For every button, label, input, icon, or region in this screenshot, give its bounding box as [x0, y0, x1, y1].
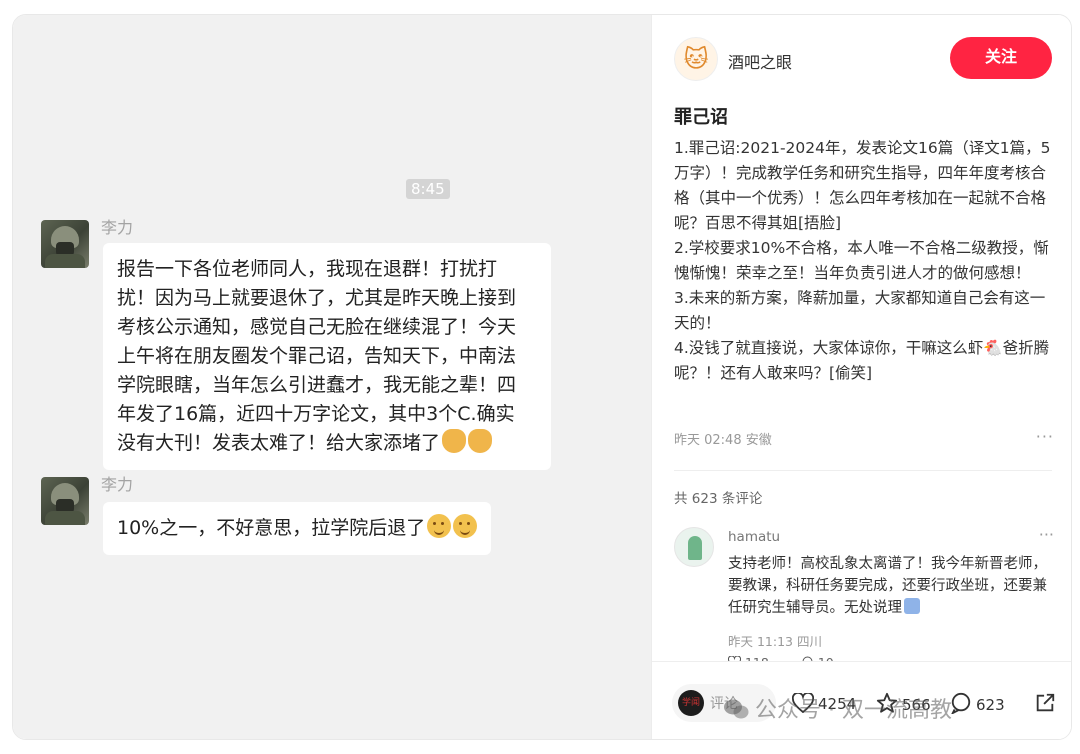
sender-name: 李力 [101, 475, 134, 494]
message-line: 上午将在朋友圈发个罪己诏，告知天下，中南法 [117, 345, 517, 367]
sender-avatar [41, 477, 89, 525]
post-paragraph: 1.罪己诏:2021-2024年，发表论文16篇（译文1篇，5万字）！完成教学任… [674, 139, 1051, 232]
post-paragraph: 2.学校要求10%不合格，本人唯一不合格二级教授，惭愧惭愧！荣幸之至！当年负责引… [674, 239, 1049, 282]
chat-timestamp: 8:45 [406, 179, 450, 199]
post-title: 罪己诏 [674, 107, 728, 128]
post-paragraph: 3.未来的新方案，降薪加量，大家都知道自己会有这一天的！ [674, 289, 1046, 332]
author-row: 🐱 酒吧之眼 关注 [674, 37, 1054, 81]
more-options-icon[interactable]: ··· [1036, 427, 1054, 446]
message-line: 扰！因为马上就要退休了，尤其是昨天晚上接到 [117, 287, 517, 309]
follow-button[interactable]: 关注 [950, 37, 1052, 79]
clap-emoji-icon [468, 429, 493, 453]
message-line: 学院眼瞎，当年怎么引进蠢才，我无能之辈！四 [117, 374, 517, 396]
grin-emoji-icon [427, 514, 452, 538]
screenshot-card: 8:45 李力 报告一下各位老师同人，我现在退群！打扰打 扰！因为马上就要退休了… [12, 14, 1072, 740]
message-bubble: 10%之一，不好意思，拉学院后退了 [103, 502, 492, 555]
sticker-icon [904, 598, 920, 614]
grin-emoji-icon [453, 514, 478, 538]
chat-screenshot: 8:45 李力 报告一下各位老师同人，我现在退群！打扰打 扰！因为马上就要退休了… [13, 15, 651, 739]
message-line: 年发了16篇，近四十万字论文，其中3个C.确实 [117, 403, 515, 425]
sender-name: 李力 [101, 218, 134, 237]
post-time-location: 昨天 02:48 安徽 [674, 433, 772, 448]
comment-text: 支持老师！高校乱象太离谱了！我今年新晋老师，要教课，科研任务要完成，还要行政坐班… [728, 556, 1047, 616]
sender-avatar [41, 220, 89, 268]
wechat-icon [724, 699, 749, 719]
watermark: 公众号 · 双一流高教 [723, 692, 952, 724]
comment-meta: 昨天 11:13 四川 [728, 634, 822, 649]
message-line: 没有大刊！发表太难了！给大家添堵了 [117, 429, 537, 458]
comment-count: 共 623 条评论 [674, 491, 763, 507]
comment-more-icon[interactable]: ··· [1039, 525, 1054, 544]
post-meta: 昨天 02:48 安徽 ··· [674, 427, 1054, 448]
divider [674, 470, 1052, 471]
post-panel: 🐱 酒吧之眼 关注 罪己诏 1.罪己诏:2021-2024年，发表论文16篇（译… [651, 15, 1071, 739]
post-body: 1.罪己诏:2021-2024年，发表论文16篇（译文1篇，5万字）！完成教学任… [674, 136, 1058, 386]
author-avatar[interactable]: 🐱 [674, 37, 718, 81]
commenter-name[interactable]: hamatu [728, 529, 780, 545]
message-bubble: 报告一下各位老师同人，我现在退群！打扰打 扰！因为马上就要退休了，尤其是昨天晚上… [103, 243, 551, 470]
message-line: 报告一下各位老师同人，我现在退群！打扰打 [117, 258, 498, 280]
comment-bubble-icon [950, 692, 971, 716]
message-line: 考核公示通知，感觉自己无脸在继续混了！今天 [117, 316, 517, 338]
post-paragraph: 4.没钱了就直接说，大家体谅你，干嘛这么虾🐔爸折腾呢？！还有人敢来吗？[偷笑] [674, 339, 1050, 382]
commenter-avatar[interactable] [674, 527, 714, 567]
clap-emoji-icon [442, 429, 467, 453]
share-icon [1036, 693, 1055, 712]
user-avatar: 学闻 [678, 690, 704, 716]
share-button[interactable] [1034, 692, 1060, 716]
author-name[interactable]: 酒吧之眼 [728, 49, 792, 73]
comments-button[interactable]: 623 [950, 692, 1005, 716]
